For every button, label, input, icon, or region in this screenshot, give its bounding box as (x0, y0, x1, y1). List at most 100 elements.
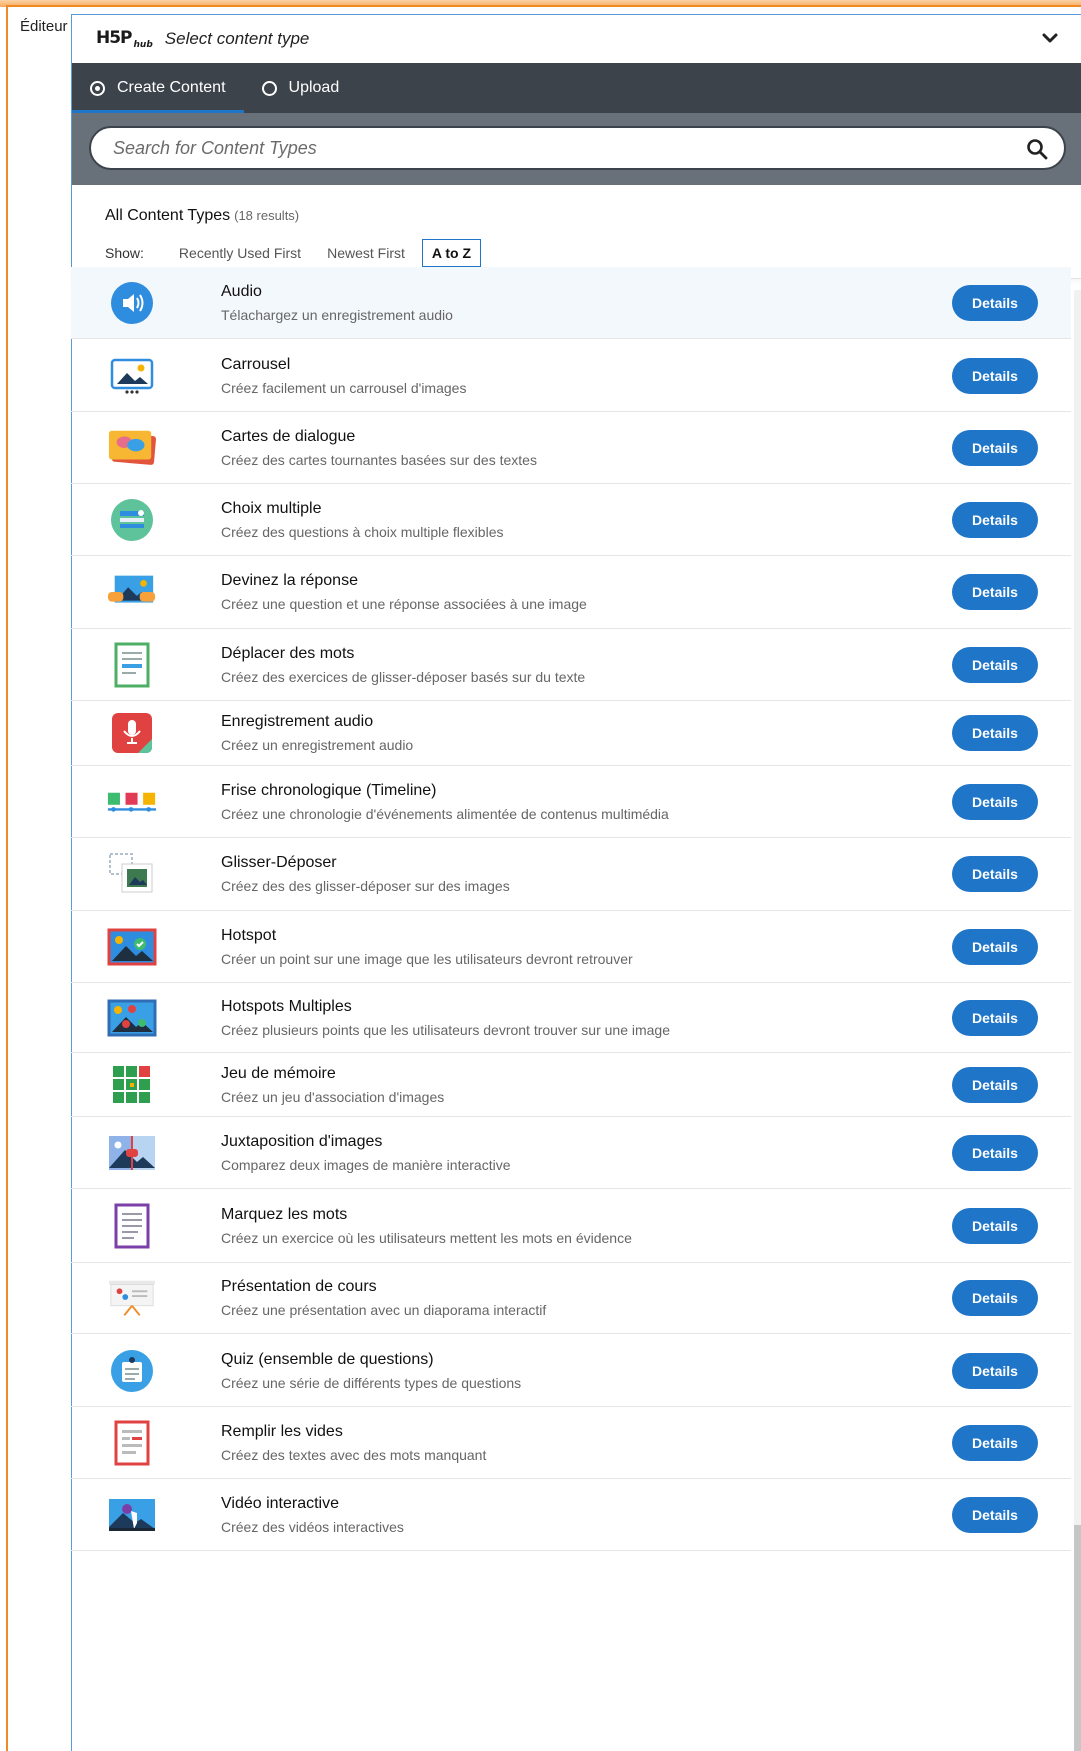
item-text: Carrousel Créez facilement un carrousel d… (221, 356, 466, 396)
item-text: Frise chronologique (Timeline) Créez une … (221, 782, 669, 822)
item-title: Enregistrement audio (221, 713, 374, 730)
list-item[interactable]: Quiz (ensemble de questions) Créez une sé… (71, 1335, 1071, 1407)
item-title: Vidéo interactive (221, 1494, 339, 1512)
chevron-down-icon[interactable] (1039, 27, 1061, 49)
item-title: Jeu de mémoire (221, 1064, 336, 1082)
interactive-video-icon (107, 1490, 157, 1540)
item-text: Juxtaposition d'images Comparez deux imag… (221, 1133, 510, 1173)
list-item[interactable]: Présentation de cours Créez une présentat… (71, 1262, 1071, 1334)
list-item[interactable]: Juxtaposition d'images Comparez deux imag… (71, 1117, 1071, 1189)
multiple-hotspots-icon (107, 993, 157, 1043)
item-description: Créez des exercices de glisser-déposer b… (221, 668, 586, 685)
details-button[interactable]: Details (952, 574, 1038, 610)
details-button[interactable]: Details (952, 999, 1038, 1036)
hub-header[interactable]: H5P hub Select content type (72, 15, 1081, 63)
list-item[interactable]: Vidéo interactive Créez des vidéos intera… (71, 1479, 1071, 1551)
item-text: Marquez les mots Créez un exercice où les… (221, 1206, 632, 1246)
item-description: Créez des questions à choix multiple fle… (221, 523, 504, 540)
item-text: Hotspots Multiples Créez plusieurs points… (221, 998, 670, 1038)
details-button[interactable]: Details (952, 1066, 1038, 1103)
search-bar (72, 113, 1081, 185)
item-description: Créez une série de différents types de q… (221, 1374, 522, 1391)
search-input[interactable] (113, 137, 969, 159)
list-item[interactable]: Marquez les mots Créez un exercice où les… (71, 1190, 1071, 1263)
list-item[interactable]: Choix multiple Créez des questions à choi… (71, 484, 1071, 556)
item-description: Comparez deux images de manière interact… (221, 1156, 511, 1173)
details-button[interactable]: Details (952, 1496, 1038, 1533)
carousel-icon (107, 351, 157, 401)
list-item[interactable]: Enregistrement audio Créez un enregistrem… (71, 701, 1071, 766)
item-description: Créez un exercice où les utilisateurs me… (221, 1230, 632, 1246)
item-text: Déplacer des mots Créez des exercices de … (221, 645, 585, 685)
list-item[interactable]: Remplir les vides Créez des textes avec d… (71, 1407, 1071, 1479)
list-item[interactable]: Devinez la réponse Créez une question et … (71, 556, 1071, 629)
details-button[interactable]: Details (952, 928, 1038, 965)
item-description: Créez un jeu d'association d'images (221, 1088, 445, 1105)
item-title: Juxtaposition d'images (221, 1132, 383, 1150)
hub-title: Select content type (164, 29, 310, 48)
item-description: Télachargez un enregistrement audio (221, 306, 453, 323)
item-text: Devinez la réponse Créez une question et … (221, 572, 587, 612)
list-item[interactable]: Frise chronologique (Timeline) Créez une … (71, 766, 1071, 838)
item-description: Créez une question et une réponse associ… (221, 596, 587, 612)
list-item[interactable]: Carrousel Créez facilement un carrousel d… (71, 340, 1071, 412)
h5p-logo: H5P hub (96, 27, 153, 51)
details-button[interactable]: Details (952, 715, 1038, 751)
item-text: Choix multiple Créez des questions à choi… (221, 500, 503, 540)
item-title: Présentation de cours (221, 1277, 377, 1295)
results-title: All Content Types (105, 207, 231, 224)
item-description: Créez des cartes tournantes basées sur d… (221, 451, 537, 468)
item-title: Carrousel (221, 355, 291, 373)
details-button[interactable]: Details (952, 1352, 1038, 1389)
results-count: (18 results) (234, 208, 300, 223)
details-button[interactable]: Details (952, 1279, 1038, 1316)
tab-label: Create Content (117, 79, 226, 96)
tab-label: Upload (288, 79, 340, 96)
memory-game-icon (107, 1060, 157, 1110)
details-button[interactable]: Details (952, 856, 1038, 892)
details-button[interactable]: Details (952, 1134, 1038, 1171)
details-button[interactable]: Details (952, 501, 1038, 538)
guess-answer-icon (107, 567, 157, 617)
fill-blanks-icon (107, 1418, 157, 1468)
item-title: Marquez les mots (221, 1206, 348, 1223)
sort-newest[interactable]: Newest First (318, 240, 414, 266)
list-item[interactable]: Hotspots Multiples Créez plusieurs points… (71, 983, 1071, 1053)
item-description: Créer un point sur une image que les uti… (221, 950, 633, 967)
details-button[interactable]: Details (952, 357, 1038, 394)
scrollbar-thumb[interactable] (1074, 1525, 1081, 1751)
search-icon[interactable] (1026, 138, 1048, 160)
item-title: Déplacer des mots (221, 644, 355, 662)
multiple-choice-icon (107, 495, 157, 545)
audio-icon (107, 278, 157, 328)
tab-create-content[interactable]: Create Content (72, 63, 244, 113)
list-item[interactable]: Hotspot Créer un point sur une image que … (71, 911, 1071, 983)
item-text: Audio Télachargez un enregistrement audio (221, 283, 453, 323)
list-item[interactable]: Audio Télachargez un enregistrement audio… (71, 267, 1071, 339)
details-button[interactable]: Details (952, 783, 1038, 820)
item-text: Cartes de dialogue Créez des cartes tourn… (221, 428, 537, 468)
list-item[interactable]: Glisser-Déposer Créez des des glisser-dép… (71, 838, 1071, 911)
sort-recently-used[interactable]: Recently Used First (170, 240, 310, 266)
timeline-icon (107, 777, 157, 827)
item-text: Hotspot Créer un point sur une image que … (221, 927, 633, 967)
item-title: Remplir les vides (221, 1422, 343, 1440)
details-button[interactable]: Details (952, 1424, 1038, 1461)
item-title: Frise chronologique (Timeline) (221, 781, 437, 799)
item-title: Devinez la réponse (221, 572, 358, 589)
tab-upload[interactable]: Upload (244, 63, 358, 113)
item-text: Remplir les vides Créez des textes avec d… (221, 1423, 486, 1463)
radio-selected-icon (90, 80, 105, 96)
list-item[interactable]: Cartes de dialogue Créez des cartes tourn… (71, 412, 1071, 484)
filter-area: All Content Types (18 results) Show: Rece… (72, 185, 1081, 279)
item-text: Quiz (ensemble de questions) Créez une sé… (221, 1351, 521, 1391)
list-item[interactable]: Jeu de mémoire Créez un jeu d'association… (71, 1053, 1071, 1117)
show-label: Show: (105, 245, 144, 261)
details-button[interactable]: Details (952, 429, 1038, 466)
list-item[interactable]: Déplacer des mots Créez des exercices de … (71, 629, 1071, 701)
details-button[interactable]: Details (952, 1208, 1038, 1244)
details-button[interactable]: Details (952, 284, 1038, 321)
item-title: Cartes de dialogue (221, 427, 356, 445)
details-button[interactable]: Details (952, 646, 1038, 683)
sort-a-to-z[interactable]: A to Z (421, 239, 482, 267)
